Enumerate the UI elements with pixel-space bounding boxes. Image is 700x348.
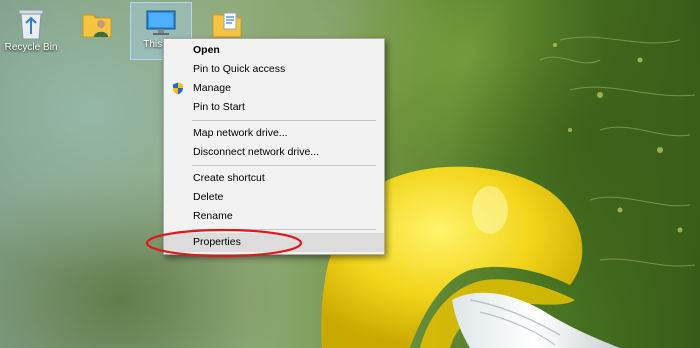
menu-item-label: Manage — [193, 82, 231, 94]
menu-item-map-network-drive[interactable]: Map network drive... — [164, 124, 384, 143]
menu-item-label: Pin to Quick access — [193, 63, 286, 75]
menu-item-label: Properties — [193, 236, 241, 248]
menu-separator — [192, 165, 376, 166]
uac-shield-icon — [173, 82, 183, 95]
menu-item-open[interactable]: Open — [164, 41, 384, 60]
menu-item-label: Map network drive... — [193, 127, 288, 139]
menu-item-pin-quick-access[interactable]: Pin to Quick access — [164, 60, 384, 79]
document-folder-icon — [212, 12, 242, 38]
menu-item-create-shortcut[interactable]: Create shortcut — [164, 169, 384, 188]
menu-item-label: Create shortcut — [193, 172, 265, 184]
menu-item-label: Rename — [193, 210, 233, 222]
menu-item-label: Pin to Start — [193, 101, 245, 113]
menu-item-pin-start[interactable]: Pin to Start — [164, 98, 384, 117]
menu-separator — [192, 120, 376, 121]
menu-item-manage[interactable]: Manage — [164, 79, 384, 98]
menu-item-label: Open — [193, 44, 220, 56]
desktop-background: Recycle Bin This PC Open Pin to Quick ac… — [0, 0, 700, 348]
menu-item-label: Delete — [193, 191, 224, 203]
menu-item-delete[interactable]: Delete — [164, 188, 384, 207]
recycle-bin-icon — [18, 9, 44, 40]
context-menu: Open Pin to Quick access Manage Pin to S… — [163, 38, 385, 255]
menu-item-label: Disconnect network drive... — [193, 146, 320, 158]
menu-item-properties[interactable]: Properties — [164, 233, 384, 252]
menu-item-disconnect-network-drive[interactable]: Disconnect network drive... — [164, 143, 384, 162]
user-folder-desktop-icon[interactable] — [66, 2, 128, 60]
user-folder-icon — [82, 14, 112, 38]
menu-item-rename[interactable]: Rename — [164, 207, 384, 226]
menu-separator — [192, 229, 376, 230]
recycle-bin-desktop-icon[interactable]: Recycle Bin — [0, 2, 62, 60]
this-pc-icon — [146, 10, 176, 35]
